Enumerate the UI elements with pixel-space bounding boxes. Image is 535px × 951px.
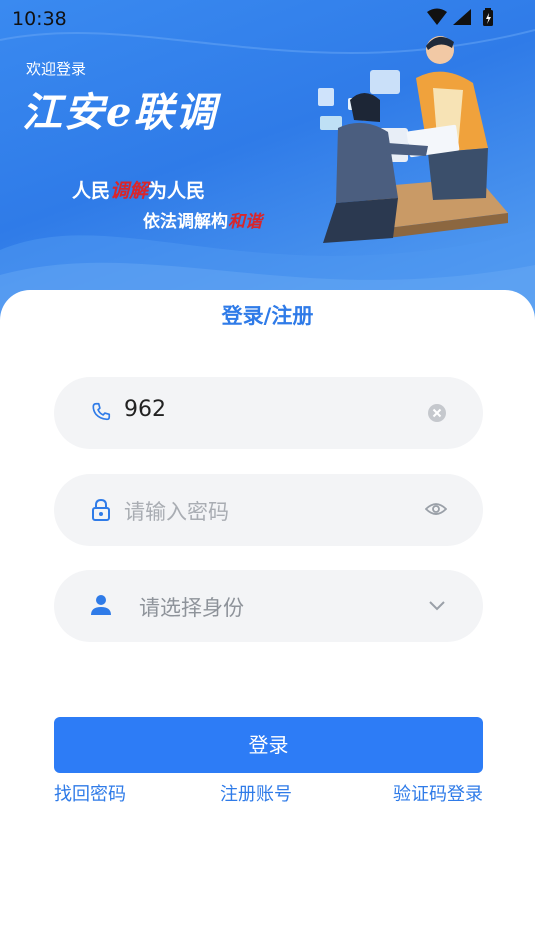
lock-icon bbox=[92, 498, 110, 521]
mediation-illustration bbox=[318, 36, 508, 243]
chevron-down-icon[interactable] bbox=[427, 600, 447, 612]
status-icons bbox=[427, 8, 493, 26]
app-title: 江安e联调 bbox=[22, 89, 218, 136]
identity-placeholder[interactable]: 请选择身份 bbox=[139, 592, 244, 622]
clear-icon[interactable] bbox=[427, 403, 447, 423]
phone-input[interactable]: 962 bbox=[124, 397, 166, 422]
user-icon bbox=[91, 595, 111, 615]
password-field[interactable]: 请输入密码 bbox=[54, 474, 483, 546]
welcome-text: 欢迎登录 bbox=[26, 60, 87, 78]
identity-select[interactable]: 请选择身份 bbox=[54, 570, 483, 642]
status-time: 10:38 bbox=[12, 8, 67, 30]
phone-field[interactable]: 962 bbox=[54, 377, 483, 449]
hero-banner: 10:38 欢迎登录 江安e联调 人民调解为人民 依法调解构和谐 bbox=[0, 0, 535, 320]
login-button[interactable]: 登录 bbox=[54, 717, 483, 773]
sms-login-link[interactable]: 验证码登录 bbox=[393, 780, 483, 806]
slogan-line-2: 依法调解构和谐 bbox=[143, 212, 262, 232]
auth-links: 找回密码 注册账号 验证码登录 bbox=[54, 780, 483, 808]
login-card: 登录/注册 962 请输入密码 请选择身份 登录 找回密码 注册账号 验证码登录 bbox=[0, 290, 535, 951]
eye-icon[interactable] bbox=[425, 500, 447, 518]
forgot-password-link[interactable]: 找回密码 bbox=[54, 780, 126, 806]
phone-icon bbox=[92, 402, 111, 421]
slogan-line-1: 人民调解为人民 bbox=[72, 180, 206, 202]
register-link[interactable]: 注册账号 bbox=[220, 780, 292, 806]
password-input[interactable]: 请输入密码 bbox=[124, 496, 229, 526]
form-title: 登录/注册 bbox=[221, 304, 314, 328]
